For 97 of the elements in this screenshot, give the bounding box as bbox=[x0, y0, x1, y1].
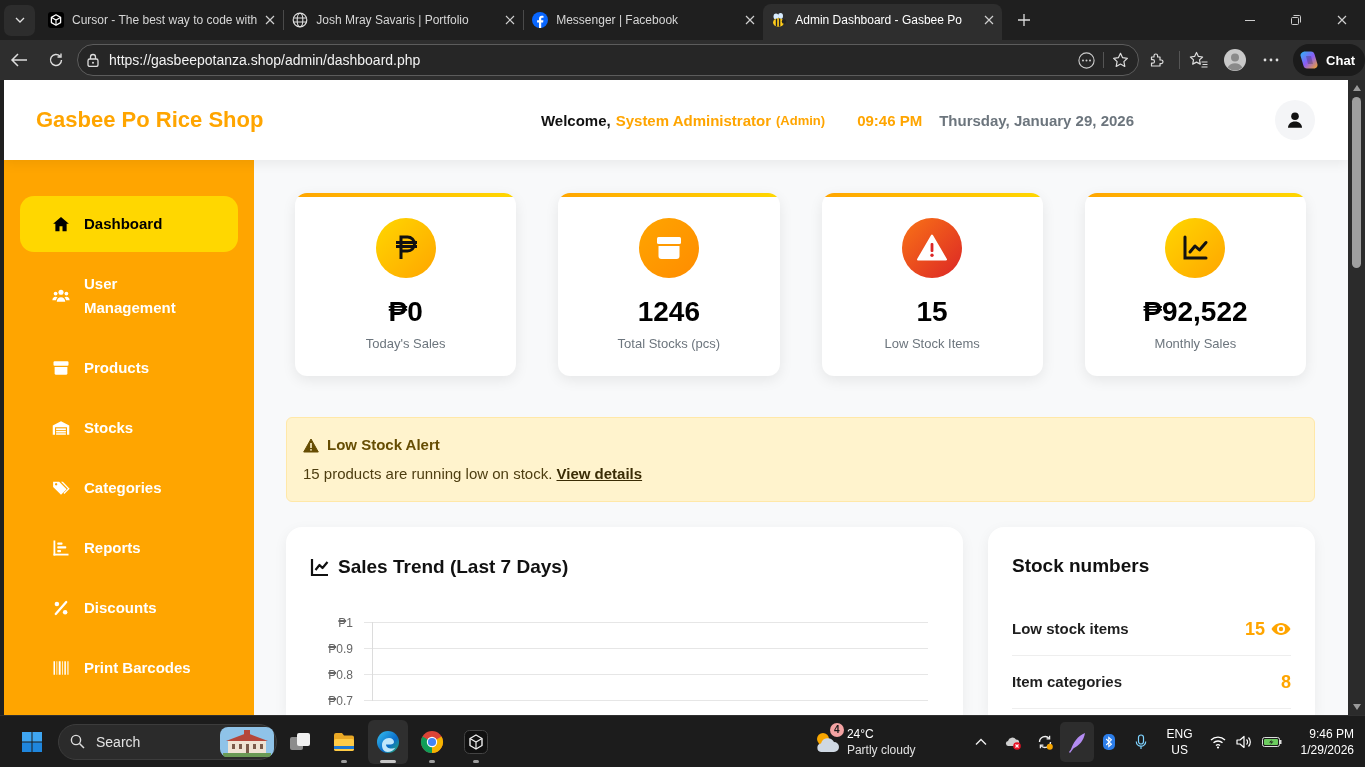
browser-tab[interactable]: Messenger | Facebook bbox=[524, 4, 764, 40]
feather-icon[interactable] bbox=[1059, 721, 1094, 762]
card-title: Stock numbers bbox=[1012, 554, 1151, 578]
back-arrow-icon[interactable] bbox=[10, 52, 28, 68]
bee-icon bbox=[771, 12, 788, 28]
barcode-icon bbox=[52, 659, 70, 677]
browser-tab[interactable]: Admin Dashboard - Gasbee Po bbox=[763, 4, 1003, 40]
sidebar-item[interactable]: Dashboard bbox=[20, 196, 238, 252]
battery-icon[interactable] bbox=[1261, 735, 1282, 748]
tags-icon bbox=[52, 479, 70, 497]
cube-logo-icon bbox=[464, 729, 488, 754]
axis-label: ₱0.8 bbox=[328, 667, 353, 682]
chat-button[interactable]: Chat bbox=[1293, 44, 1365, 76]
axis-label: ₱0.7 bbox=[328, 693, 353, 708]
weather-condition: Partly cloudy bbox=[846, 741, 916, 758]
alert-title: Low Stock Alert bbox=[327, 435, 440, 455]
shop-title: Gasbee Po Rice Shop bbox=[36, 107, 264, 133]
circle-logo-icon bbox=[420, 729, 444, 754]
stat-label: Total Stocks (pcs) bbox=[617, 335, 721, 353]
user-menu-button[interactable] bbox=[1275, 100, 1315, 140]
sync-icon[interactable] bbox=[1036, 733, 1053, 750]
restore-icon[interactable] bbox=[1291, 15, 1301, 25]
star-icon[interactable] bbox=[1112, 51, 1130, 69]
bar-chart-icon bbox=[52, 539, 70, 557]
stat-value: 15 bbox=[916, 295, 948, 329]
warning-icon bbox=[303, 437, 319, 453]
peso-sign-icon bbox=[375, 218, 436, 278]
axis-label: ₱0.9 bbox=[328, 641, 353, 656]
current-time: 09:46 PM bbox=[857, 111, 923, 129]
language-text[interactable]: ENG bbox=[1166, 725, 1193, 742]
browser-tab[interactable]: Cursor - The best way to code with bbox=[40, 4, 284, 40]
view-details-link[interactable]: View details bbox=[556, 465, 643, 482]
line-chart-icon bbox=[1165, 218, 1226, 278]
bluetooth-icon[interactable] bbox=[1102, 733, 1115, 750]
start-menu-icon[interactable] bbox=[20, 729, 44, 754]
temperature-text: 24°C bbox=[846, 725, 875, 742]
close-tab-icon[interactable] bbox=[745, 15, 756, 25]
clock-time[interactable]: 9:46 PM bbox=[1309, 725, 1354, 742]
stock-value: 8 bbox=[1281, 671, 1291, 694]
browser-tab[interactable]: Josh Mray Savaris | Portfolio bbox=[284, 4, 524, 40]
user-name: System Administrator bbox=[615, 111, 771, 129]
person-icon bbox=[1287, 112, 1303, 128]
notification-badge: 4 bbox=[829, 722, 844, 737]
f-logo-icon bbox=[532, 12, 549, 28]
box-icon bbox=[52, 359, 70, 377]
close-tab-icon[interactable] bbox=[265, 15, 276, 25]
warehouse-icon bbox=[52, 419, 70, 437]
new-tab-icon[interactable] bbox=[1017, 13, 1032, 27]
scroll-up-icon[interactable] bbox=[1352, 85, 1361, 91]
alert-message: 15 products are running low on stock. View details bbox=[303, 464, 644, 484]
stat-value: ₱0 bbox=[388, 295, 423, 329]
warning-icon bbox=[902, 218, 963, 278]
axis-label: ₱1 bbox=[338, 615, 353, 630]
close-tab-icon[interactable] bbox=[984, 15, 995, 25]
favorites-icon[interactable] bbox=[1189, 51, 1209, 69]
globe-icon bbox=[292, 12, 309, 28]
microphone-icon[interactable] bbox=[1134, 733, 1147, 750]
close-tab-icon[interactable] bbox=[505, 15, 516, 25]
current-date: Thursday, January 29, 2026 bbox=[939, 111, 1134, 129]
stock-value: 15 bbox=[1244, 618, 1265, 641]
welcome-text: Welcome, bbox=[540, 111, 611, 129]
address-field[interactable]: https://gasbeepotanza.shop/admin/dashboard.php bbox=[77, 44, 1140, 76]
puzzle-icon[interactable] bbox=[1149, 52, 1166, 68]
home-icon bbox=[52, 215, 70, 233]
scrollbar-thumb[interactable] bbox=[1352, 97, 1361, 268]
box-icon bbox=[638, 218, 699, 278]
stock-label: Low stock items bbox=[1012, 619, 1129, 639]
swirl-logo-icon bbox=[376, 729, 400, 754]
line-chart-icon bbox=[310, 557, 330, 577]
clock-date[interactable]: 1/29/2026 bbox=[1300, 741, 1354, 758]
stat-value: ₱92,522 bbox=[1143, 295, 1248, 329]
more-icon[interactable] bbox=[1263, 58, 1280, 62]
scroll-down-icon[interactable] bbox=[1352, 704, 1361, 710]
user-role: (Admin) bbox=[776, 112, 826, 128]
chart-title: Sales Trend (Last 7 Days) bbox=[338, 555, 569, 579]
search-icon bbox=[70, 734, 85, 749]
reload-icon[interactable] bbox=[48, 52, 64, 68]
percent-icon bbox=[52, 599, 70, 617]
region-text[interactable]: US bbox=[1171, 741, 1188, 758]
stat-label: Low Stock Items bbox=[884, 335, 980, 353]
stat-label: Today's Sales bbox=[365, 335, 446, 353]
app-logo-icon bbox=[1299, 50, 1320, 70]
stock-label: Item categories bbox=[1012, 672, 1123, 692]
volume-icon[interactable] bbox=[1235, 734, 1252, 749]
more-options-icon[interactable] bbox=[1078, 51, 1096, 69]
cube-logo-icon bbox=[48, 12, 64, 28]
scrollbar[interactable] bbox=[1348, 80, 1365, 715]
taskbar-app[interactable] bbox=[368, 719, 408, 764]
building-icon bbox=[220, 726, 274, 757]
close-icon[interactable] bbox=[1337, 15, 1347, 25]
profile-avatar-icon[interactable] bbox=[1224, 49, 1247, 71]
stat-value: 1246 bbox=[637, 295, 700, 329]
users-icon bbox=[52, 287, 70, 305]
tab-actions-button[interactable] bbox=[4, 4, 35, 36]
lock-icon bbox=[87, 53, 99, 67]
wifi-icon[interactable] bbox=[1209, 734, 1226, 749]
stat-label: Monthly Sales bbox=[1154, 335, 1237, 353]
